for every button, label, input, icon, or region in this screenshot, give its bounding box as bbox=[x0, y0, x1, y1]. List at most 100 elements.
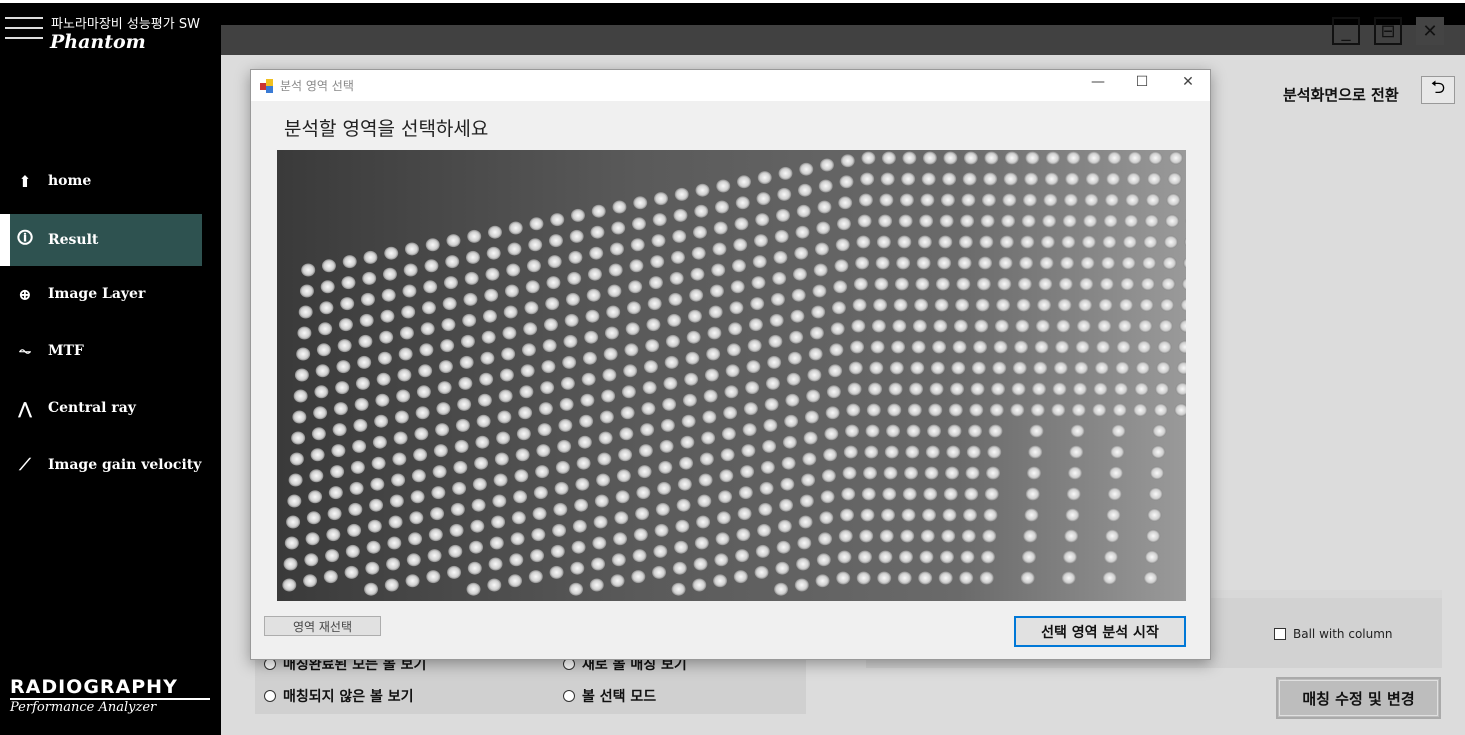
sidebar-item-image-gain-velocity[interactable]: ⟋ Image gain velocity bbox=[0, 439, 202, 491]
dialog-minimize-button[interactable]: — bbox=[1083, 74, 1113, 90]
ball-mark bbox=[917, 235, 932, 249]
ball-mark bbox=[1106, 508, 1121, 522]
ball-mark bbox=[1020, 571, 1035, 585]
ball-mark bbox=[839, 175, 854, 189]
ball-mark bbox=[684, 372, 699, 386]
ball-mark bbox=[696, 515, 711, 529]
ball-mark bbox=[650, 255, 665, 269]
ball-mark bbox=[354, 397, 369, 411]
ball-mark bbox=[599, 410, 614, 424]
reselect-region-button[interactable]: 영역 재선택 bbox=[264, 616, 381, 636]
ball-mark bbox=[878, 214, 893, 228]
ball-mark bbox=[309, 469, 324, 483]
ball-mark bbox=[608, 263, 623, 277]
ball-mark bbox=[1074, 361, 1089, 375]
ball-mark bbox=[743, 402, 758, 416]
ball-mark bbox=[510, 532, 525, 546]
ball-mark bbox=[1020, 235, 1035, 249]
ball-mark bbox=[1117, 319, 1132, 333]
radio-ball-select-mode[interactable]: 볼 선택 모드 bbox=[563, 686, 656, 706]
ball-mark bbox=[614, 511, 629, 525]
sidebar-item-image-layer[interactable]: ⊕ Image Layer bbox=[0, 268, 202, 320]
close-button[interactable]: ✕ bbox=[1416, 17, 1444, 45]
ball-mark bbox=[399, 326, 414, 340]
ball-mark bbox=[632, 549, 647, 563]
ball-mark bbox=[787, 351, 802, 365]
ball-mark bbox=[825, 406, 840, 420]
dialog-maximize-button[interactable]: ☐ bbox=[1127, 74, 1157, 90]
ball-mark bbox=[428, 528, 443, 542]
ball-mark bbox=[286, 515, 301, 529]
ball-mark bbox=[802, 452, 817, 466]
ball-mark bbox=[776, 540, 791, 554]
ball-mark bbox=[864, 445, 879, 459]
ball-mark bbox=[675, 519, 690, 533]
edit-matching-button[interactable]: 매칭 수정 및 변경 bbox=[1276, 677, 1441, 719]
ball-mark bbox=[755, 544, 770, 558]
sidebar-item-central-ray[interactable]: ⋀ Central ray bbox=[0, 382, 202, 434]
ball-mark bbox=[1066, 487, 1081, 501]
ball-mark bbox=[835, 238, 850, 252]
ball-mark bbox=[955, 298, 970, 312]
ball-mark bbox=[1167, 172, 1182, 186]
ball-mark bbox=[633, 196, 648, 210]
ball-mark bbox=[308, 490, 323, 504]
ball-mark bbox=[1081, 235, 1096, 249]
ball-mark bbox=[785, 393, 800, 407]
ball-mark bbox=[660, 418, 675, 432]
ball-mark bbox=[986, 466, 1001, 480]
ball-mark bbox=[394, 410, 409, 424]
ball-mark bbox=[804, 410, 819, 424]
ball-mark bbox=[1166, 193, 1181, 207]
menu-icon[interactable] bbox=[5, 17, 43, 47]
ball-mark bbox=[440, 339, 455, 353]
ball-mark bbox=[716, 179, 731, 193]
info-icon: 🛈 bbox=[16, 227, 34, 247]
ball-mark bbox=[631, 217, 646, 231]
xray-image[interactable] bbox=[277, 150, 1186, 601]
ball-mark bbox=[1116, 340, 1131, 354]
ball-mark bbox=[861, 487, 876, 501]
ball-mark bbox=[1094, 361, 1109, 375]
ball-with-column-checkbox[interactable]: Ball with column bbox=[1274, 627, 1393, 641]
ball-mark bbox=[509, 553, 524, 567]
ball-mark bbox=[765, 376, 780, 390]
ball-mark bbox=[845, 424, 860, 438]
ball-mark bbox=[974, 319, 989, 333]
radio-unmatched[interactable]: 매칭되지 않은 볼 보기 bbox=[264, 686, 414, 706]
ball-mark bbox=[1001, 214, 1016, 228]
dialog-close-button[interactable]: ✕ bbox=[1173, 74, 1203, 90]
ball-mark bbox=[1069, 445, 1084, 459]
ball-mark bbox=[613, 532, 628, 546]
ball-mark bbox=[297, 326, 312, 340]
ball-mark bbox=[1143, 571, 1158, 585]
ball-mark bbox=[1062, 550, 1077, 564]
ball-mark bbox=[506, 263, 521, 277]
start-analysis-button[interactable]: 선택 영역 분석 시작 bbox=[1014, 616, 1186, 647]
ball-mark bbox=[1086, 151, 1101, 165]
ball-mark bbox=[711, 263, 726, 277]
ball-mark bbox=[957, 256, 972, 270]
sidebar-item-result[interactable]: 🛈 Result bbox=[0, 214, 202, 266]
ball-mark bbox=[806, 389, 821, 403]
ball-mark bbox=[947, 424, 962, 438]
ball-mark bbox=[1061, 571, 1076, 585]
ball-mark bbox=[672, 561, 687, 575]
ball-mark bbox=[1055, 340, 1070, 354]
ball-mark bbox=[923, 487, 938, 501]
ball-mark bbox=[392, 452, 407, 466]
maximize-button[interactable]: ⊟ bbox=[1374, 17, 1402, 45]
ball-mark bbox=[736, 175, 751, 189]
ball-mark bbox=[570, 561, 585, 575]
ball-mark bbox=[319, 301, 334, 315]
ball-mark bbox=[1124, 214, 1139, 228]
minimize-button[interactable]: _ bbox=[1332, 17, 1360, 45]
ball-mark bbox=[549, 565, 564, 579]
ball-mark bbox=[382, 267, 397, 281]
switch-view-button[interactable]: ⮌ bbox=[1421, 76, 1455, 104]
sidebar-item-mtf[interactable]: ⏦ MTF bbox=[0, 325, 202, 377]
ball-mark bbox=[855, 256, 870, 270]
ball-mark bbox=[811, 305, 826, 319]
ball-mark bbox=[902, 151, 917, 165]
sidebar-item-home[interactable]: ⬆ home bbox=[0, 155, 202, 207]
